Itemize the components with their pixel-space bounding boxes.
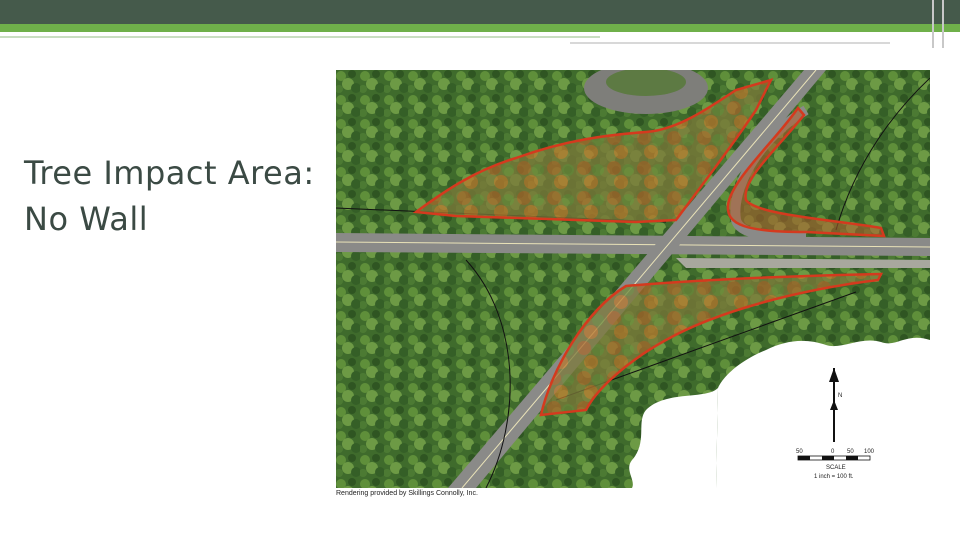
figure-caption: Rendering provided by Skillings Connolly… [336,490,478,497]
scale-tick: 100 [864,449,875,455]
title-line-2: No Wall [24,200,149,238]
header-thin-line [0,36,600,38]
title-line-1: Tree Impact Area: [24,154,315,192]
header-accent-bar [0,24,960,32]
corner-mark [942,0,944,48]
scale-label: SCALE [826,465,846,471]
header-thin-line-2 [570,42,890,44]
north-label: N [838,393,842,399]
header-bar [0,0,960,24]
scale-tick: 50 [847,449,854,455]
scale-tick: 50 [796,449,803,455]
scale-ratio: 1 inch = 100 ft. [814,474,854,480]
aerial-map: N 50 0 50 100 SCALE 1 inch = 100 ft. [336,70,930,488]
map-cutout [716,337,930,488]
slide-title: Tree Impact Area: No Wall [24,150,324,242]
corner-mark [932,0,934,48]
